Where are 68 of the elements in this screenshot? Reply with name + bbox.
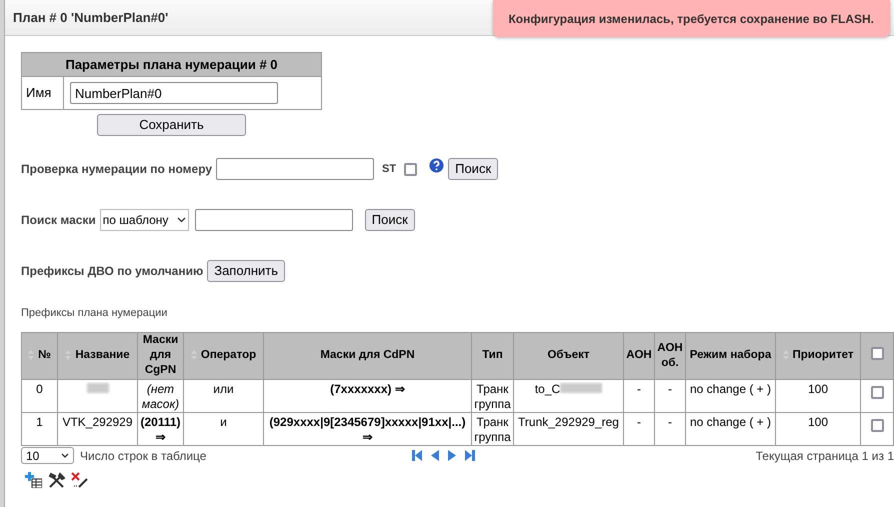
name-label: Имя — [22, 77, 64, 109]
table-cell: и — [184, 412, 264, 445]
last-page-icon[interactable] — [465, 450, 476, 461]
table-cell: Trunk_292929_reg — [518, 414, 619, 428]
fill-button[interactable]: Заполнить — [207, 260, 286, 282]
st-checkbox[interactable] — [404, 162, 418, 176]
table-cell: (нет масок) — [138, 379, 184, 412]
table-cell: 100 — [776, 379, 860, 412]
table-cell: или — [184, 379, 264, 412]
blurred-text — [560, 382, 602, 392]
column-header[interactable]: № — [22, 332, 58, 379]
params-title: Параметры плана нумерации # 0 — [22, 53, 321, 77]
table-cell: 100 — [776, 412, 860, 445]
table-cell: 1 — [22, 412, 58, 445]
mask-search-label: Поиск маски — [21, 212, 96, 229]
save-button[interactable]: Сохранить — [97, 114, 246, 136]
row-checkbox[interactable] — [870, 418, 884, 432]
table-cell: (929xxxx|9[2345679]xxxxx|91xx|...) ⇒ — [264, 412, 472, 445]
table-cell: - — [654, 412, 686, 445]
column-header: Маски для CgPN — [138, 332, 184, 379]
check-label: Проверка нумерации по номеру — [21, 161, 212, 178]
table-cell: Транк группа — [472, 379, 514, 412]
blurred-text — [86, 382, 108, 392]
page-size-select[interactable]: 10 — [21, 447, 74, 464]
toast-text: Конфигурация изменилась, требуется сохранение во FLASH. — [508, 10, 874, 28]
delete-edit-icon[interactable] — [71, 472, 88, 488]
help-icon[interactable] — [429, 158, 444, 172]
column-header: Маски для CdPN — [264, 332, 472, 379]
table-cell: Транк группа — [472, 412, 514, 445]
tools-icon[interactable] — [48, 472, 65, 488]
table-cell: (7xxxxxxx) ⇒ — [264, 379, 472, 412]
row-checkbox[interactable] — [870, 386, 884, 398]
st-label: ST — [382, 162, 396, 177]
name-input[interactable]: NumberPlan#0 — [70, 82, 278, 104]
column-header: АОН — [624, 332, 654, 379]
select-all-checkbox[interactable] — [870, 346, 884, 360]
next-page-icon[interactable] — [448, 450, 456, 461]
chevron-down-icon — [61, 453, 69, 458]
table-cell: - — [624, 379, 654, 412]
column-header[interactable]: Название — [58, 332, 138, 379]
column-header[interactable]: Приоритет — [776, 332, 860, 379]
column-header[interactable]: Оператор — [184, 332, 264, 379]
page-info: Текущая страница 1 из 1 — [756, 448, 894, 464]
add-row-icon[interactable] — [25, 472, 42, 488]
table-cell: no change ( + ) — [686, 379, 776, 412]
column-header: Режим набора — [686, 332, 776, 379]
table-cell: - — [654, 379, 686, 412]
number-input[interactable] — [216, 158, 374, 180]
search-button[interactable]: Поиск — [448, 158, 498, 180]
table-cell: VTK_292929 — [58, 412, 138, 445]
dvo-label: Префиксы ДВО по умолчанию — [21, 263, 204, 280]
search-button[interactable]: Поиск — [364, 209, 415, 231]
column-header: Тип — [472, 332, 514, 379]
column-header: АОН об. — [654, 332, 686, 379]
table-cell: to_C — [534, 382, 560, 396]
page-size-label: Число строк в таблице — [80, 448, 206, 464]
table-cell: (20111) ⇒ — [138, 412, 184, 445]
mask-mode-select[interactable]: по шаблону — [100, 209, 189, 231]
mask-input[interactable] — [194, 209, 353, 231]
table-cell: no change ( + ) — [686, 412, 776, 445]
chevron-down-icon — [176, 217, 186, 223]
table-cell: 0 — [22, 379, 58, 412]
table-cell: - — [624, 412, 654, 445]
table-caption: Префиксы плана нумерации — [21, 306, 168, 321]
previous-page-icon[interactable] — [431, 450, 440, 461]
first-page-icon[interactable] — [412, 450, 422, 461]
column-header: Объект — [514, 332, 624, 379]
page-title: План # 0 'NumberPlan#0' — [13, 8, 168, 27]
